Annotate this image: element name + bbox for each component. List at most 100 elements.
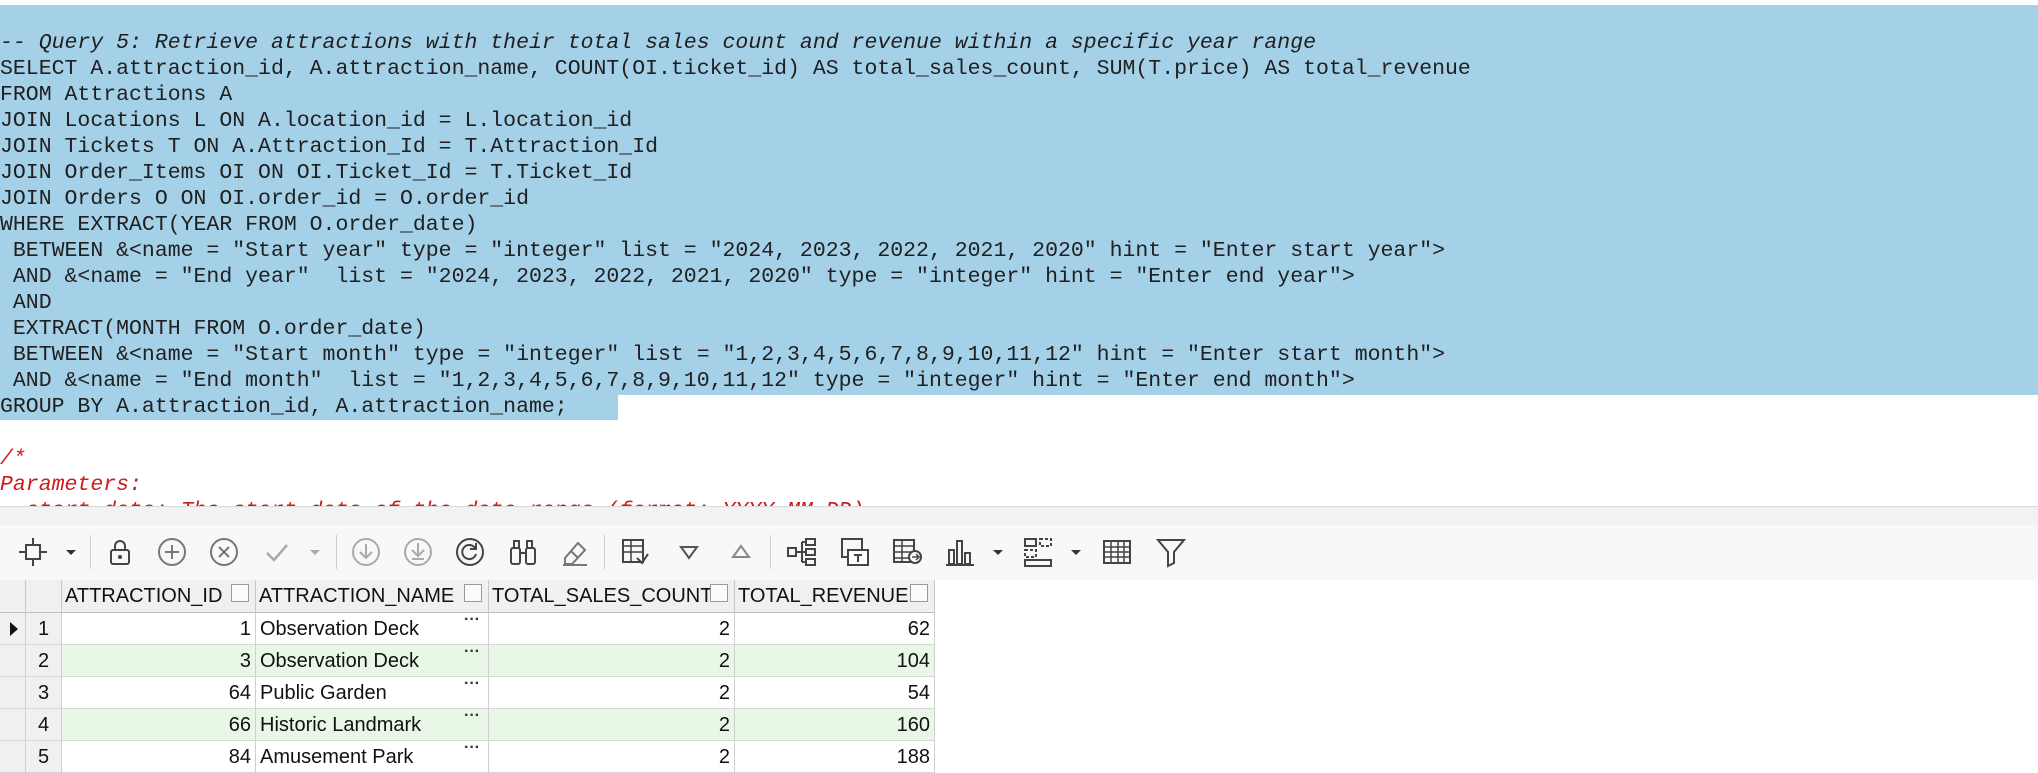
funnel-filter-icon[interactable] bbox=[1154, 535, 1188, 569]
code-line: AND &<name = "End year" list = "2024, 20… bbox=[0, 265, 1355, 289]
pivot-icon[interactable] bbox=[1021, 535, 1055, 569]
grid-icon[interactable] bbox=[1100, 535, 1134, 569]
table-row[interactable]: 1 1 Observation Deck ··· 2 62 bbox=[0, 613, 935, 645]
chevron-down-icon[interactable] bbox=[64, 543, 78, 561]
result-grid[interactable]: ATTRACTION_ID ATTRACTION_NAME TOTAL_SALE… bbox=[0, 580, 935, 773]
chevron-down-icon[interactable] bbox=[308, 543, 322, 561]
cell-total-revenue[interactable]: 160 bbox=[735, 709, 935, 741]
pane-splitter[interactable] bbox=[0, 506, 2038, 526]
ellipsis-button[interactable]: ··· bbox=[458, 741, 486, 765]
fetch-next-icon[interactable] bbox=[349, 535, 383, 569]
column-header-label: ATTRACTION_ID bbox=[65, 585, 223, 607]
column-header-label: ATTRACTION_NAME bbox=[259, 585, 455, 607]
table-row[interactable]: 2 3 Observation Deck ··· 2 104 bbox=[0, 645, 935, 677]
column-filter-button[interactable] bbox=[910, 584, 928, 602]
code-line: GROUP BY A.attraction_id, A.attraction_n… bbox=[0, 395, 568, 419]
code-line: SELECT A.attraction_id, A.attraction_nam… bbox=[0, 57, 1471, 81]
cell-text: Amusement Park bbox=[260, 746, 414, 768]
code-line: JOIN Order_Items OI ON OI.Ticket_Id = T.… bbox=[0, 161, 633, 185]
cell-total-revenue[interactable]: 188 bbox=[735, 741, 935, 773]
code-line: JOIN Orders O ON OI.order_id = O.order_i… bbox=[0, 187, 529, 211]
comment-line: /* bbox=[0, 447, 26, 471]
column-header-label: TOTAL_REVENUE bbox=[738, 585, 909, 607]
column-header-total-sales-count[interactable]: TOTAL_SALES_COUNT bbox=[489, 580, 735, 613]
ellipsis-button[interactable]: ··· bbox=[458, 677, 486, 701]
current-row-arrow-icon bbox=[10, 622, 18, 636]
column-header-label: TOTAL_SALES_COUNT bbox=[492, 585, 713, 607]
cell-attraction-name[interactable]: Historic Landmark ··· bbox=[256, 709, 489, 741]
row-number-header bbox=[26, 580, 62, 613]
cell-attraction-id[interactable]: 1 bbox=[62, 613, 256, 645]
cell-total-sales-count[interactable]: 2 bbox=[489, 709, 735, 741]
cell-text: Observation Deck bbox=[260, 650, 419, 672]
row-number: 3 bbox=[26, 677, 62, 709]
table-row[interactable]: 5 84 Amusement Park ··· 2 188 bbox=[0, 741, 935, 773]
delete-record-icon[interactable] bbox=[207, 535, 241, 569]
cell-attraction-id[interactable]: 3 bbox=[62, 645, 256, 677]
grid-corner[interactable] bbox=[0, 580, 26, 613]
row-indicator[interactable] bbox=[0, 677, 26, 709]
query-by-example-icon[interactable] bbox=[506, 535, 540, 569]
code-line: AND bbox=[0, 291, 52, 315]
cell-total-sales-count[interactable]: 2 bbox=[489, 613, 735, 645]
cell-attraction-id[interactable]: 64 bbox=[62, 677, 256, 709]
row-number: 1 bbox=[26, 613, 62, 645]
current-row-indicator[interactable] bbox=[0, 613, 26, 645]
tree-view-icon[interactable] bbox=[785, 535, 819, 569]
row-number: 2 bbox=[26, 645, 62, 677]
toolbar-separator bbox=[770, 535, 771, 569]
cell-attraction-id[interactable]: 84 bbox=[62, 741, 256, 773]
filter-down-icon[interactable] bbox=[672, 535, 706, 569]
refresh-icon[interactable] bbox=[453, 535, 487, 569]
filter-up-icon[interactable] bbox=[724, 535, 758, 569]
column-header-attraction-id[interactable]: ATTRACTION_ID bbox=[62, 580, 256, 613]
cell-total-sales-count[interactable]: 2 bbox=[489, 741, 735, 773]
ellipsis-button[interactable]: ··· bbox=[458, 613, 486, 637]
cell-attraction-id[interactable]: 66 bbox=[62, 709, 256, 741]
column-header-attraction-name[interactable]: ATTRACTION_NAME bbox=[256, 580, 489, 613]
lock-icon[interactable] bbox=[103, 535, 137, 569]
single-record-view-icon[interactable] bbox=[618, 535, 652, 569]
code-line: EXTRACT(MONTH FROM O.order_date) bbox=[0, 317, 426, 341]
import-icon[interactable] bbox=[890, 535, 924, 569]
row-indicator[interactable] bbox=[0, 645, 26, 677]
cell-total-sales-count[interactable]: 2 bbox=[489, 645, 735, 677]
cell-text: Historic Landmark bbox=[260, 714, 422, 736]
record-navigation-icon[interactable] bbox=[16, 535, 50, 569]
code-line: BETWEEN &<name = "Start year" type = "in… bbox=[0, 239, 1446, 263]
add-record-icon[interactable] bbox=[155, 535, 189, 569]
post-edit-icon[interactable] bbox=[260, 535, 294, 569]
cell-total-revenue[interactable]: 62 bbox=[735, 613, 935, 645]
column-header-total-revenue[interactable]: TOTAL_REVENUE bbox=[735, 580, 935, 613]
cell-attraction-name[interactable]: Amusement Park ··· bbox=[256, 741, 489, 773]
row-indicator[interactable] bbox=[0, 741, 26, 773]
ellipsis-button[interactable]: ··· bbox=[458, 645, 486, 669]
chevron-down-icon[interactable] bbox=[1069, 543, 1083, 561]
code-line: AND &<name = "End month" list = "1,2,3,4… bbox=[0, 369, 1355, 393]
cell-attraction-name[interactable]: Observation Deck ··· bbox=[256, 645, 489, 677]
cell-attraction-name[interactable]: Public Garden ··· bbox=[256, 677, 489, 709]
row-number: 5 bbox=[26, 741, 62, 773]
cell-attraction-name[interactable]: Observation Deck ··· bbox=[256, 613, 489, 645]
code-line: -- Query 5: Retrieve attractions with th… bbox=[0, 31, 1317, 55]
column-filter-button[interactable] bbox=[464, 584, 482, 602]
chevron-down-icon[interactable] bbox=[991, 543, 1005, 561]
sql-editor[interactable]: -- Query 5: Retrieve attractions with th… bbox=[0, 0, 2038, 508]
ellipsis-button[interactable]: ··· bbox=[458, 709, 486, 733]
export-icon[interactable] bbox=[838, 535, 872, 569]
table-row[interactable]: 4 66 Historic Landmark ··· 2 160 bbox=[0, 709, 935, 741]
table-row[interactable]: 3 64 Public Garden ··· 2 54 bbox=[0, 677, 935, 709]
clear-icon[interactable] bbox=[558, 535, 592, 569]
cell-total-revenue[interactable]: 54 bbox=[735, 677, 935, 709]
toolbar-separator bbox=[336, 535, 337, 569]
fetch-last-icon[interactable] bbox=[401, 535, 435, 569]
code-line: FROM Attractions A bbox=[0, 83, 233, 107]
code-line: BETWEEN &<name = "Start month" type = "i… bbox=[0, 343, 1446, 367]
cell-total-sales-count[interactable]: 2 bbox=[489, 677, 735, 709]
chart-icon[interactable] bbox=[943, 535, 977, 569]
row-indicator[interactable] bbox=[0, 709, 26, 741]
cell-total-revenue[interactable]: 104 bbox=[735, 645, 935, 677]
column-filter-button[interactable] bbox=[231, 584, 249, 602]
row-number: 4 bbox=[26, 709, 62, 741]
column-filter-button[interactable] bbox=[710, 584, 728, 602]
